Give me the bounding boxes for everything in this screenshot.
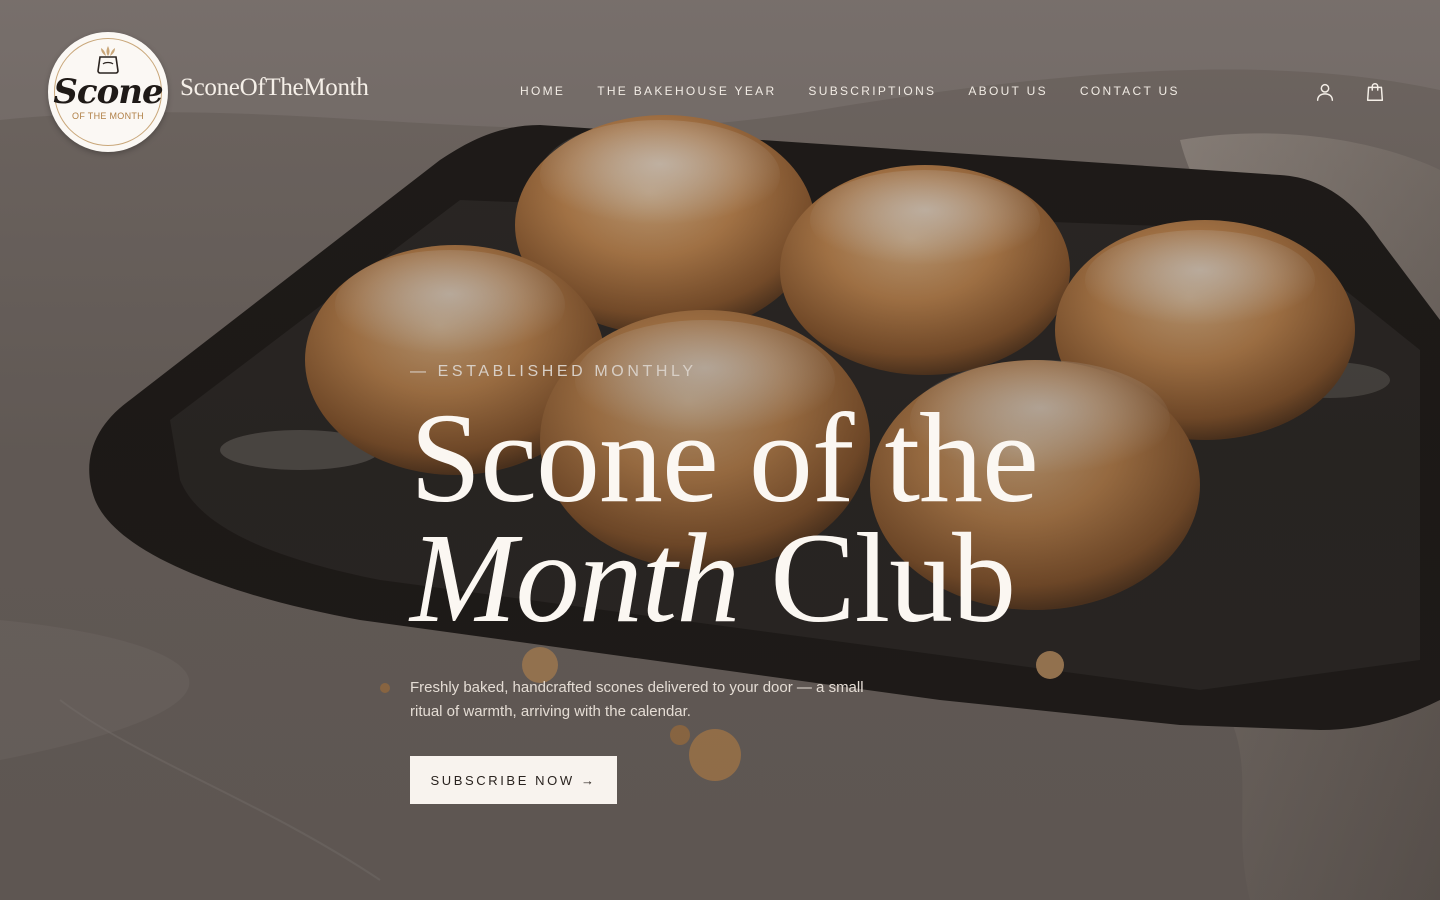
hero-description: Freshly baked, handcrafted scones delive… — [410, 679, 864, 720]
headline-line-1: Scone of the — [410, 387, 1039, 529]
user-icon — [1316, 83, 1334, 101]
logo-script-text: Scone — [53, 72, 163, 112]
headline-italic-word: Month — [410, 507, 740, 649]
hero-headline: Scone of the Month Club — [410, 387, 1039, 642]
cart-button[interactable] — [1363, 80, 1387, 104]
nav-item-home[interactable]: HOME — [520, 84, 565, 98]
nav-item-contact-us[interactable]: CONTACT US — [1080, 84, 1180, 98]
bag-of-flour-icon — [97, 46, 119, 74]
headline-line-2: Month Club — [410, 514, 1038, 642]
nav-item-about-us[interactable]: ABOUT US — [968, 84, 1048, 98]
main-navigation: HOME THE BAKEHOUSE YEAR SUBSCRIPTIONS AB… — [520, 84, 1180, 98]
hero-section: Scone OF THE MONTH SconeOfTheMonth HOME … — [0, 0, 1440, 900]
hero-eyebrow: — ESTABLISHED MONTHLY — [410, 363, 697, 380]
headline-rest: Club — [739, 507, 1016, 649]
shopping-bag-icon — [1366, 83, 1384, 101]
site-header: Scone OF THE MONTH SconeOfTheMonth HOME … — [0, 0, 1440, 184]
nav-item-subscriptions[interactable]: SUBSCRIPTIONS — [808, 84, 936, 98]
logo-badge[interactable]: Scone OF THE MONTH — [48, 32, 168, 152]
logo-subtitle: OF THE MONTH — [72, 111, 144, 121]
subscribe-now-button[interactable]: SUBSCRIBE NOW → — [410, 756, 617, 804]
account-button[interactable] — [1313, 80, 1337, 104]
nav-item-bakehouse-year[interactable]: THE BAKEHOUSE YEAR — [597, 84, 776, 98]
brand-name[interactable]: SconeOfTheMonth — [180, 74, 369, 102]
